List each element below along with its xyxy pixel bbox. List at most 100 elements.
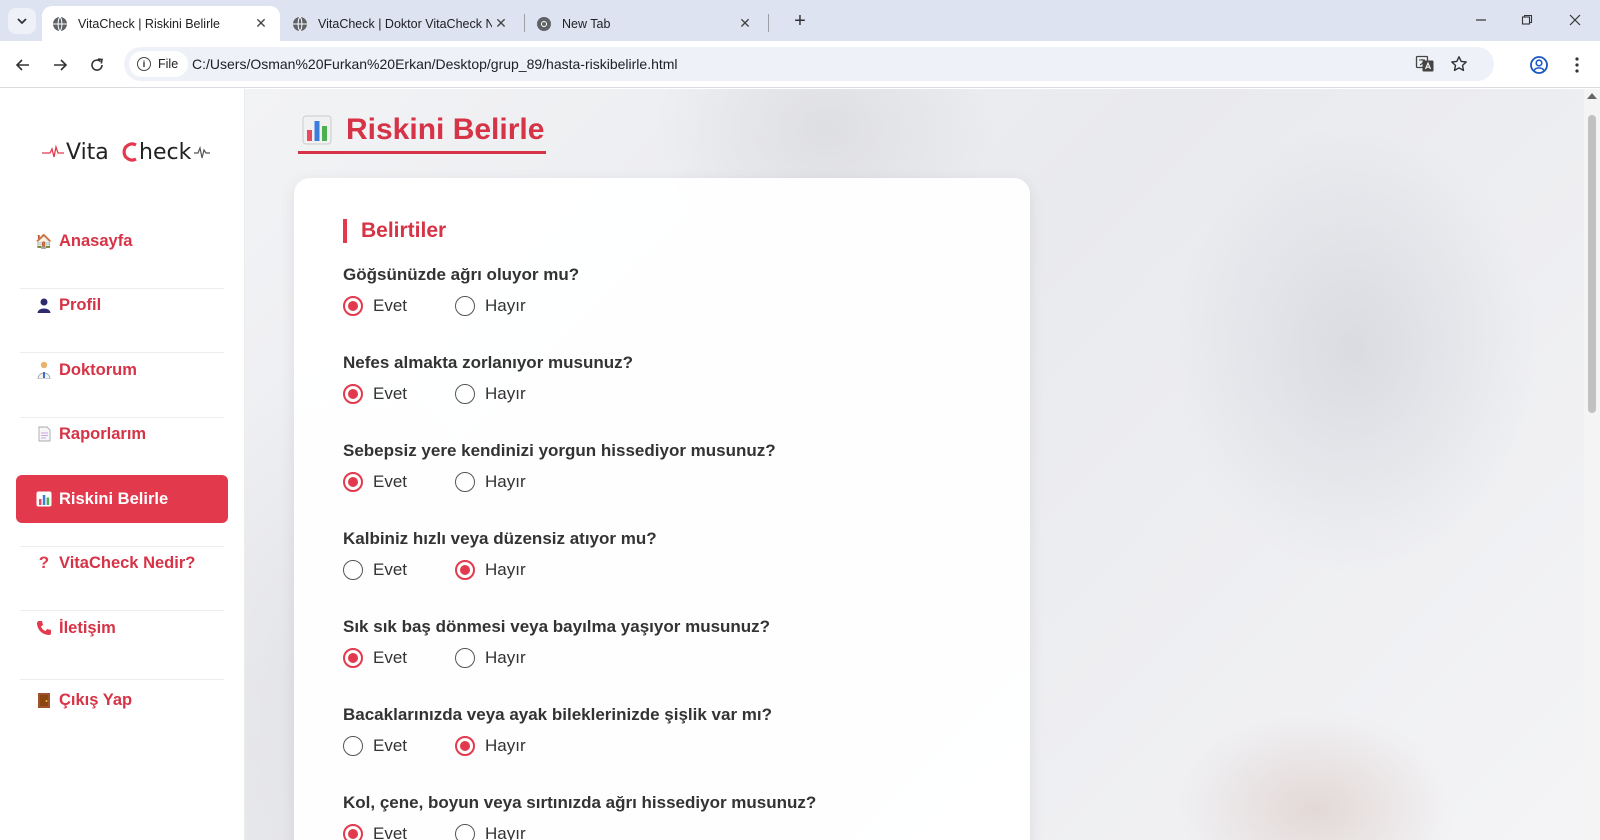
option-evet[interactable]: Evet [343,384,407,404]
option-evet[interactable]: Evet [343,736,407,756]
document-icon [35,426,53,442]
option-hayir[interactable]: Hayır [455,384,526,404]
option-label: Hayır [485,560,526,579]
minimize-button[interactable] [1466,8,1496,32]
option-evet[interactable]: Evet [343,472,407,492]
answer-options: Evet Hayır [343,471,1003,493]
option-evet[interactable]: Evet [343,648,407,668]
phone-icon [35,620,53,636]
option-hayir[interactable]: Hayır [455,296,526,316]
option-label: Hayır [485,736,526,755]
doctor-icon [35,361,53,379]
more-menu-icon[interactable] [1564,52,1590,78]
option-label: Evet [373,736,408,755]
sidebar-item-label: Doktorum [59,360,137,379]
option-hayir[interactable]: Hayır [455,560,526,580]
minimize-icon [1476,19,1486,21]
radio-evet[interactable] [343,736,363,756]
radio-hayir[interactable] [455,560,476,580]
back-button[interactable] [10,52,36,78]
question-shortness-of-breath: Nefes almakta zorlanıyor musunuz? Evet H… [343,352,1003,405]
scrollbar-thumb[interactable] [1588,115,1596,413]
tab-separator [524,14,525,32]
close-icon[interactable]: ✕ [492,15,510,33]
scroll-up-arrow-icon[interactable] [1587,93,1597,99]
bookmark-star-icon[interactable] [1448,53,1470,75]
option-label: Hayır [485,648,526,667]
option-evet[interactable]: Evet [343,824,407,840]
chevron-down-icon [17,18,27,25]
option-label: Evet [373,824,408,840]
url-text[interactable]: C:/Users/Osman%20Furkan%20Erkan/Desktop/… [192,56,678,72]
question-text: Kol, çene, boyun veya sırtınızda ağrı hi… [343,793,817,812]
option-label: Hayır [485,384,526,403]
option-label: Evet [373,384,408,403]
translate-icon[interactable] [1414,53,1436,75]
sidebar-item-label: İletişim [59,618,116,637]
sidebar-item-riskini-belirle[interactable]: Riskini Belirle [16,475,228,523]
page-scrollbar[interactable] [1584,89,1600,840]
sidebar-item-iletisim[interactable]: İletişim [16,604,228,652]
door-icon [35,692,53,709]
sidebar-item-raporlarim[interactable]: Raporlarım [16,410,228,458]
restore-button[interactable] [1512,8,1542,32]
option-hayir[interactable]: Hayır [455,824,526,840]
question-text: Nefes almakta zorlanıyor musunuz? [343,353,634,372]
option-hayir[interactable]: Hayır [455,736,526,756]
site-info-chip[interactable]: i File [129,51,189,77]
option-hayir[interactable]: Hayır [455,472,526,492]
radio-hayir[interactable] [455,736,476,756]
tab-riskini-belirle[interactable]: VitaCheck | Riskini Belirle ✕ [42,6,280,41]
radio-evet[interactable] [343,296,363,316]
browser-toolbar: i File C:/Users/Osman%20Furkan%20Erkan/D… [0,41,1600,88]
radio-hayir[interactable] [455,648,476,668]
radio-hayir[interactable] [455,384,476,404]
option-label: Hayır [485,472,526,491]
sidebar-item-profil[interactable]: Profil [16,281,228,329]
tab-new-tab[interactable]: New Tab ✕ [526,6,764,41]
sidebar-item-anasayfa[interactable]: 🏠 Anasayfa [16,217,228,265]
new-tab-button[interactable]: + [787,9,813,33]
globe-icon [293,16,307,31]
option-hayir[interactable]: Hayır [455,648,526,668]
address-bar[interactable]: i File C:/Users/Osman%20Furkan%20Erkan/D… [124,47,1494,81]
tab-search-button[interactable] [8,8,36,34]
vitacheck-logo[interactable]: Vita heck [40,137,210,167]
answer-options: Evet Hayır [343,647,1003,669]
restore-icon [1521,14,1533,25]
radio-evet[interactable] [343,472,363,492]
radio-evet[interactable] [343,648,363,668]
option-label: Evet [373,560,408,579]
tab-title: VitaCheck | Riskini Belirle [78,16,220,31]
option-evet[interactable]: Evet [343,296,407,316]
section-title: Belirtiler [343,219,446,243]
tab-doktor-vitacheck[interactable]: VitaCheck | Doktor VitaCheck N ✕ [282,6,520,41]
radio-evet[interactable] [343,384,363,404]
page-title: Riskini Belirle [298,109,547,154]
close-icon[interactable]: ✕ [252,15,270,33]
radio-hayir[interactable] [455,296,476,316]
radio-hayir[interactable] [455,472,476,492]
sidebar-item-cikis-yap[interactable]: Çıkış Yap [16,676,228,724]
question-irregular-heartbeat: Kalbiniz hızlı veya düzensiz atıyor mu? … [343,528,1003,581]
radio-evet[interactable] [343,824,363,840]
reload-icon [91,58,103,71]
question-text: Sık sık baş dönmesi veya bayılma yaşıyor… [343,617,771,636]
forward-button[interactable] [47,52,73,78]
globe-icon [53,16,67,31]
sidebar-item-label: Çıkış Yap [59,690,133,709]
profile-account-icon[interactable] [1526,52,1552,78]
radio-hayir[interactable] [455,824,476,840]
radio-evet[interactable] [343,560,363,580]
close-window-button[interactable] [1560,8,1590,32]
question-text: Sebepsiz yere kendinizi yorgun hissediyo… [343,441,776,460]
close-icon[interactable]: ✕ [736,15,754,33]
option-evet[interactable]: Evet [343,560,407,580]
sidebar-item-doktorum[interactable]: Doktorum [16,346,228,394]
sidebar: Vita heck 🏠 Anasayfa Profil Doktorum Rap… [0,89,245,840]
sidebar-item-vitacheck-nedir[interactable]: ? VitaCheck Nedir? [16,539,228,587]
chrome-icon [537,16,551,31]
reload-button[interactable] [84,52,110,78]
bar-chart-icon [35,491,53,507]
question-chest-pain: Göğsünüzde ağrı oluyor mu? Evet Hayır [343,264,1003,317]
